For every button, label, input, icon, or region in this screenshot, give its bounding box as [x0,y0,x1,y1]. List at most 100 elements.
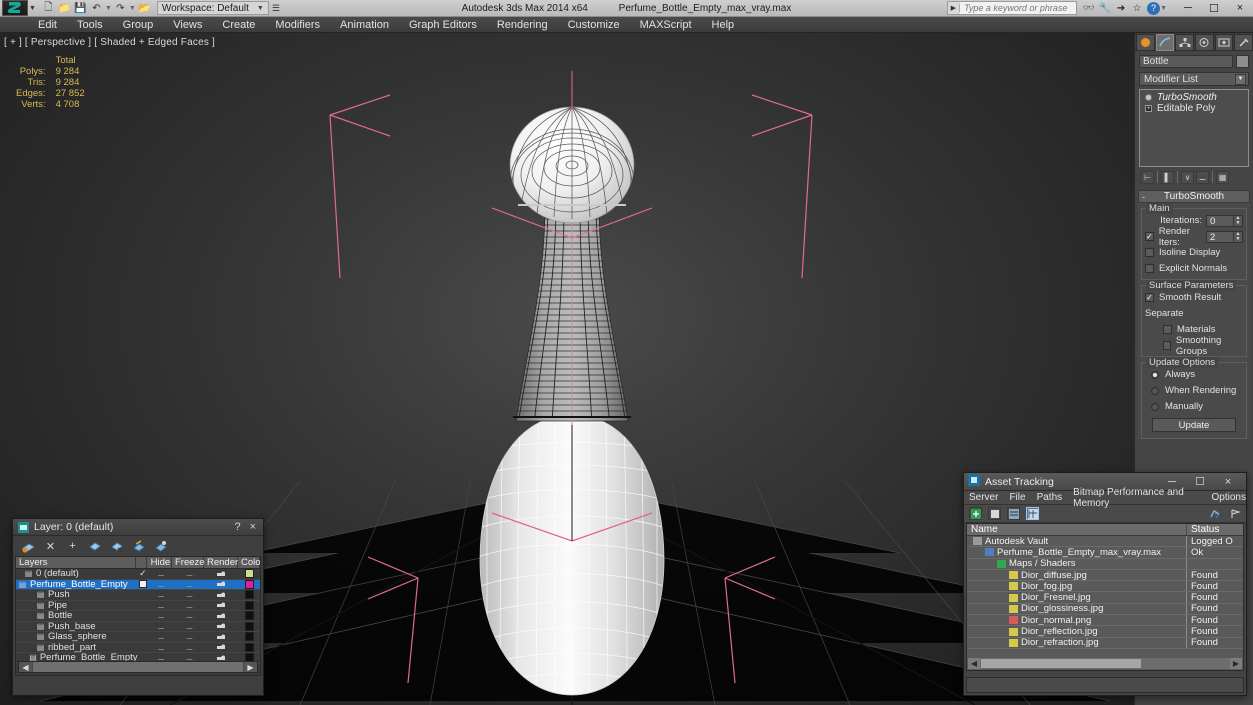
create-new-layer-icon[interactable] [22,540,35,553]
search-dropdown-icon[interactable]: ▶ [948,4,961,12]
menu-item-modifiers[interactable]: Modifiers [265,17,330,33]
freeze-cell[interactable]: ⚊ [174,569,205,578]
render-cell[interactable] [205,570,238,578]
set-project-folder-icon[interactable]: 📂 [137,1,152,16]
asset-tracking-window[interactable]: Asset Tracking ─ ☐ × Server File Paths B… [963,472,1247,696]
asset-close-button[interactable]: × [1214,476,1242,488]
binoculars-icon[interactable]: 👓 [1081,1,1097,15]
help-dropdown-caret[interactable]: ▼ [1160,5,1167,12]
asset-name-cell[interactable]: Dior_normal.png [967,615,1187,626]
layer-toggle-cell[interactable] [138,580,149,589]
layer-name-cell[interactable]: ▤ Push [16,589,138,600]
show-end-result-icon[interactable]: ▌ [1161,170,1174,184]
iterations-spinner[interactable]: 0 ▲ ▼ [1206,214,1243,227]
layer-name-cell[interactable]: ▤ 0 (default) [16,568,138,579]
workspace-selector[interactable]: Workspace: Default ▼ [156,1,269,15]
render-cell[interactable] [205,591,238,599]
smoothing-groups-checkbox[interactable] [1163,341,1171,350]
open-file-icon[interactable]: 📁 [57,1,72,16]
layer-toggle-cell[interactable]: ✓ [138,568,149,579]
smooth-result-checkbox[interactable]: ✓ [1145,293,1154,302]
tab-utilities[interactable] [1234,34,1253,51]
table-row[interactable]: Perfume_Bottle_Empty_max_vray.max Ok [967,547,1243,559]
search-container[interactable]: ▶ [946,1,1078,15]
redo-dropdown-caret[interactable]: ▼ [129,5,136,12]
logo-dropdown-caret[interactable]: ▼ [29,5,36,12]
tab-modify[interactable] [1155,34,1175,51]
undo-dropdown-caret[interactable]: ▼ [105,5,112,12]
asset-name-cell[interactable]: Dior_reflection.jpg [967,626,1187,637]
iterations-value[interactable]: 0 [1206,214,1234,227]
table-row[interactable]: Dior_normal.png Found [967,615,1243,627]
add-to-layer-icon[interactable]: + [66,540,79,553]
isoline-display-checkbox[interactable] [1145,248,1154,257]
menu-item-edit[interactable]: Edit [28,17,67,33]
object-color-swatch[interactable] [1236,55,1249,68]
asset-menu-server[interactable]: Server [969,492,998,503]
menu-item-help[interactable]: Help [702,17,745,33]
menu-item-tools[interactable]: Tools [67,17,113,33]
asset-menu-options[interactable]: Options [1212,492,1246,503]
asset-horizontal-scrollbar[interactable]: ◀ ▶ [968,658,1242,669]
save-file-icon[interactable]: 💾 [73,1,88,16]
select-objects-in-layer-icon[interactable] [88,540,101,553]
materials-checkbox[interactable] [1163,325,1172,334]
tab-create[interactable] [1136,34,1155,51]
color-cell[interactable] [238,642,260,652]
tab-display[interactable] [1214,34,1234,51]
layer-table[interactable]: Layers Hide Freeze Render Color ▤0 (defa… [15,556,261,676]
help-icon[interactable]: ? [1147,1,1161,15]
table-row[interactable]: Dior_Fresnel.jpg Found [967,592,1243,604]
menu-item-create[interactable]: Create [212,17,265,33]
remove-modifier-icon[interactable]: ⚊ [1196,170,1209,184]
explicit-normals-checkbox[interactable] [1145,264,1154,273]
modifier-stack[interactable]: TurboSmooth + Editable Poly [1139,89,1249,167]
hide-cell[interactable]: ⚊ [148,622,173,631]
freeze-cell[interactable]: ⚊ [174,611,205,620]
color-cell[interactable] [238,632,260,642]
asset-name-cell[interactable]: Dior_diffuse.jpg [967,569,1187,581]
make-unique-icon[interactable]: ∨ [1181,170,1194,184]
table-row[interactable]: Dior_glossiness.jpg Found [967,603,1243,616]
pin-stack-icon[interactable]: ⊢ [1141,170,1154,184]
freeze-cell[interactable]: ⚊ [174,622,205,631]
asset-scroll-right-icon[interactable]: ▶ [1230,658,1242,669]
freeze-cell[interactable]: ⚊ [174,590,205,599]
layer-name-cell[interactable]: ▤ ribbed_part [16,642,138,653]
spinner-arrows-icon[interactable]: ▲ ▼ [1234,214,1243,227]
table-row[interactable]: Autodesk Vault Logged O [967,536,1243,548]
workspace-menu-icon[interactable]: ☰ [272,3,280,14]
refresh-icon[interactable] [969,507,982,520]
workspace-caret-icon[interactable]: ▼ [257,5,264,12]
hide-cell[interactable]: ⚊ [148,611,173,620]
freeze-cell[interactable]: ⚊ [174,601,205,610]
asset-name-cell[interactable]: Maps / Shaders [967,558,1187,569]
asset-name-cell[interactable]: Perfume_Bottle_Empty_max_vray.max [967,547,1187,558]
render-cell[interactable] [205,601,238,609]
stack-item-editable-poly[interactable]: + Editable Poly [1140,103,1248,114]
object-name-field[interactable]: Bottle [1139,55,1233,68]
render-cell[interactable] [205,622,238,630]
asset-menu-bitmap-performance[interactable]: Bitmap Performance and Memory [1073,487,1200,509]
asset-name-cell[interactable]: Dior_glossiness.jpg [967,603,1187,615]
layer-window-titlebar[interactable]: Layer: 0 (default) ? × [13,519,263,536]
render-cell[interactable] [205,612,238,620]
table-row[interactable]: Dior_diffuse.jpg Found [967,569,1243,582]
render-iters-spinner[interactable]: 2 ▲ ▼ [1206,230,1243,243]
layer-name-cell[interactable]: ▤ Glass_sphere [16,631,138,642]
expand-plus-icon[interactable]: + [1144,104,1153,113]
render-cell[interactable] [205,633,238,641]
hide-unhide-layer-icon[interactable] [154,540,167,553]
minimize-button[interactable]: ─ [1175,0,1201,16]
render-iters-checkbox[interactable]: ✓ [1145,232,1154,241]
asset-scroll-thumb[interactable] [981,659,1141,668]
menu-item-maxscript[interactable]: MAXScript [630,17,702,33]
render-cell[interactable] [205,643,238,651]
color-cell[interactable] [238,590,260,600]
spinner-arrows-icon[interactable]: ▲ ▼ [1234,230,1243,243]
new-file-icon[interactable]: 🗋 [41,1,56,16]
color-cell[interactable] [238,569,260,579]
layer-name-cell[interactable]: ▤ Push_base [16,621,138,632]
select-highlighted-layer-icon[interactable] [110,540,123,553]
favorite-star-icon[interactable]: ☆ [1129,1,1145,15]
